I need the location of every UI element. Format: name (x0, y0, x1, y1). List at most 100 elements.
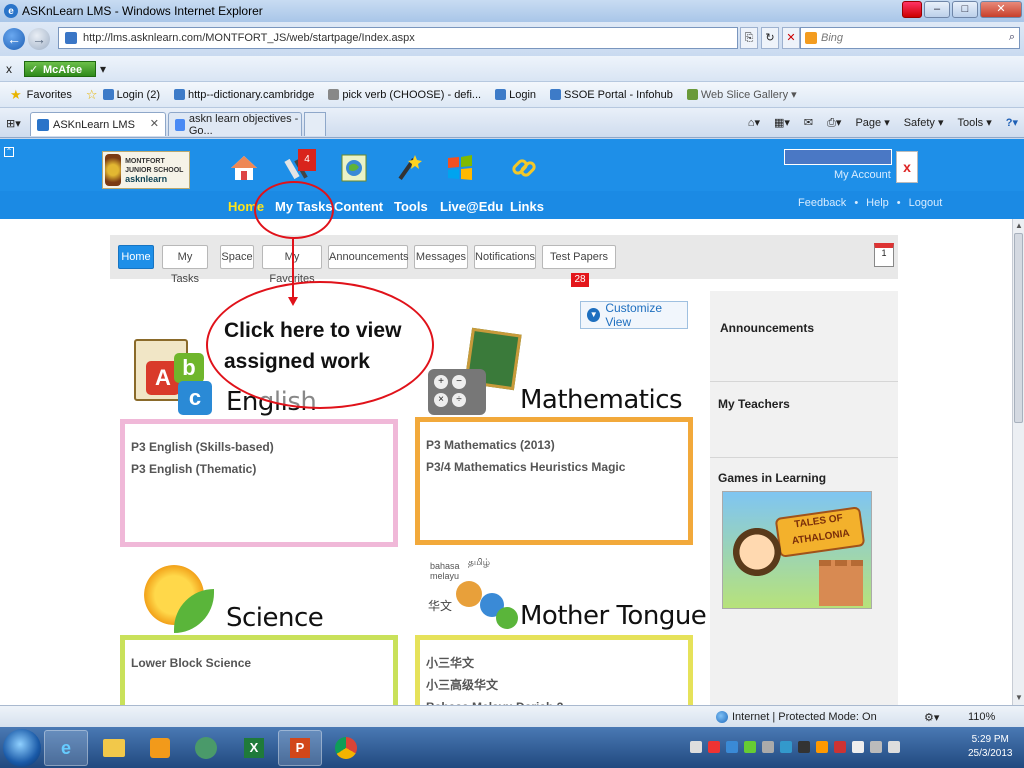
nav-tools[interactable]: Tools (394, 199, 428, 214)
taskbar-excel-icon[interactable]: X (232, 730, 276, 766)
stop-icon[interactable]: ✕ (782, 27, 800, 49)
address-bar[interactable]: http://lms.asknlearn.com/MONTFORT_JS/web… (58, 27, 738, 49)
calendar-icon[interactable]: 1 (874, 243, 894, 267)
security-zone[interactable]: Internet | Protected Mode: On (716, 711, 877, 723)
toolbar-close-icon[interactable]: x (6, 62, 12, 76)
tray-icon[interactable] (834, 741, 846, 753)
my-account-link[interactable]: My Account (834, 169, 891, 181)
tab-google-search[interactable]: askn learn objectives - Go... (168, 112, 302, 137)
taskbar-network-icon[interactable] (184, 730, 228, 766)
customize-view-button[interactable]: ▼ Customize View (580, 301, 688, 329)
taskbar-explorer-icon[interactable] (92, 730, 136, 766)
search-input[interactable]: Bing ⌕ (800, 27, 1020, 49)
security-settings-icon[interactable]: ⚙▾ (924, 711, 939, 724)
ptab-space[interactable]: Space (220, 245, 254, 269)
print-icon[interactable]: ⎙▾ (827, 116, 841, 130)
home-icon[interactable]: ⌂▾ (748, 116, 760, 130)
close-tab-icon[interactable]: ✕ (150, 117, 159, 130)
logout-x-button[interactable]: x (896, 151, 918, 183)
quick-tabs-icon[interactable]: ⊞▾ (6, 117, 21, 130)
course-link[interactable]: Lower Block Science (131, 652, 387, 674)
tab-asknlearn[interactable]: ASKnLearn LMS ✕ (30, 112, 166, 136)
favorite-item[interactable]: http--dictionary.cambridge (173, 89, 314, 101)
course-link[interactable]: P3 Mathematics (2013) (426, 434, 682, 456)
taskbar-ie-icon[interactable]: e (44, 730, 88, 766)
search-icon[interactable]: ⌕ (1009, 31, 1015, 44)
ptab-my-tasks[interactable]: My Tasks (162, 245, 208, 285)
tools-menu[interactable]: Tools ▾ (957, 116, 991, 130)
school-logo[interactable]: MONTFORT JUNIOR SCHOOL asknlearn (102, 151, 190, 189)
ptab-notifications[interactable]: Notifications (474, 245, 536, 269)
announcements-heading[interactable]: Announcements (720, 321, 814, 335)
course-link[interactable]: P3 English (Skills-based) (131, 436, 387, 458)
mcafee-button[interactable]: McAfee (24, 60, 96, 78)
volume-tray-icon[interactable] (888, 741, 900, 753)
tray-icon[interactable] (726, 741, 738, 753)
feedback-link[interactable]: Feedback (798, 197, 846, 209)
refresh-icon[interactable]: ↻ (761, 27, 779, 49)
compatibility-icon[interactable]: ⎘ (740, 27, 758, 49)
nav-content[interactable]: Content (334, 199, 383, 214)
course-link[interactable]: P3 English (Thematic) (131, 458, 387, 480)
close-window-button[interactable]: ✕ (980, 1, 1022, 18)
mail-icon[interactable]: ✉ (804, 116, 813, 130)
course-link[interactable]: 小三高级华文 (426, 674, 682, 696)
start-button[interactable] (3, 729, 41, 767)
links-nav-icon[interactable] (508, 151, 540, 185)
minimize-button[interactable]: – (924, 1, 950, 18)
taskbar-powerpoint-icon[interactable]: P (278, 730, 322, 766)
page-scrollbar[interactable]: ▲ ▼ (1012, 219, 1024, 705)
tray-icon[interactable] (744, 741, 756, 753)
new-tab-button[interactable] (304, 112, 326, 136)
tray-icon[interactable] (798, 741, 810, 753)
tray-icon[interactable] (852, 741, 864, 753)
course-link[interactable]: Bahasa Melayu Darjah 3 (426, 696, 682, 705)
favorites-button[interactable]: ★ Favorites (10, 87, 72, 103)
taskbar-media-player-icon[interactable] (138, 730, 182, 766)
logout-link[interactable]: Logout (909, 197, 943, 209)
home-nav-icon[interactable] (228, 151, 260, 185)
forward-button[interactable]: → (28, 28, 50, 50)
collapse-icon[interactable]: ⌃ (4, 147, 14, 157)
my-teachers-heading[interactable]: My Teachers (718, 397, 790, 411)
scroll-down-icon[interactable]: ▼ (1015, 693, 1023, 702)
account-name-box[interactable] (784, 149, 892, 165)
favorite-item[interactable]: ☆ Login (2) (86, 87, 160, 103)
nav-live-edu[interactable]: Live@Edu (440, 199, 503, 214)
help-link[interactable]: Help (866, 197, 889, 209)
tray-icon[interactable] (762, 741, 774, 753)
live-edu-nav-icon[interactable] (444, 151, 476, 185)
content-nav-icon[interactable] (338, 151, 370, 185)
ptab-announcements[interactable]: Announcements (328, 245, 409, 269)
tools-nav-icon[interactable] (392, 151, 424, 185)
record-button[interactable] (902, 1, 922, 18)
tray-icon[interactable] (708, 741, 720, 753)
favorite-item[interactable]: pick verb (CHOOSE) - defi... (328, 89, 481, 101)
course-link[interactable]: 小三华文 (426, 652, 682, 674)
zoom-level[interactable]: 110% (968, 711, 995, 723)
tray-icon[interactable] (780, 741, 792, 753)
tray-icon[interactable] (690, 741, 702, 753)
page-menu[interactable]: Page ▾ (855, 116, 889, 130)
favorite-item[interactable]: SSOE Portal - Infohub (550, 89, 673, 101)
favorite-item[interactable]: Login (495, 89, 536, 101)
feeds-icon[interactable]: ▦▾ (774, 116, 790, 130)
back-button[interactable]: ← (3, 28, 25, 50)
safety-menu[interactable]: Safety ▾ (904, 116, 944, 130)
taskbar-clock[interactable]: 5:29 PM 25/3/2013 (968, 733, 1013, 761)
maximize-button[interactable]: □ (952, 1, 978, 18)
taskbar-chrome-icon[interactable] (324, 730, 368, 766)
network-tray-icon[interactable] (870, 741, 882, 753)
course-link[interactable]: P3/4 Mathematics Heuristics Magic (426, 456, 682, 478)
ptab-test-papers[interactable]: Test Papers28 (542, 245, 616, 287)
scroll-up-icon[interactable]: ▲ (1015, 221, 1023, 230)
nav-links[interactable]: Links (510, 199, 544, 214)
scroll-thumb[interactable] (1014, 233, 1023, 423)
ptab-home[interactable]: Home (118, 245, 154, 269)
game-banner[interactable]: TALES OF ATHALONIA (722, 491, 872, 609)
help-icon[interactable]: ?▾ (1006, 116, 1018, 130)
mcafee-dropdown-icon[interactable]: ▾ (100, 62, 106, 76)
ptab-messages[interactable]: Messages (414, 245, 468, 269)
favorite-item[interactable]: Web Slice Gallery ▾ (686, 88, 797, 101)
tray-icon[interactable] (816, 741, 828, 753)
